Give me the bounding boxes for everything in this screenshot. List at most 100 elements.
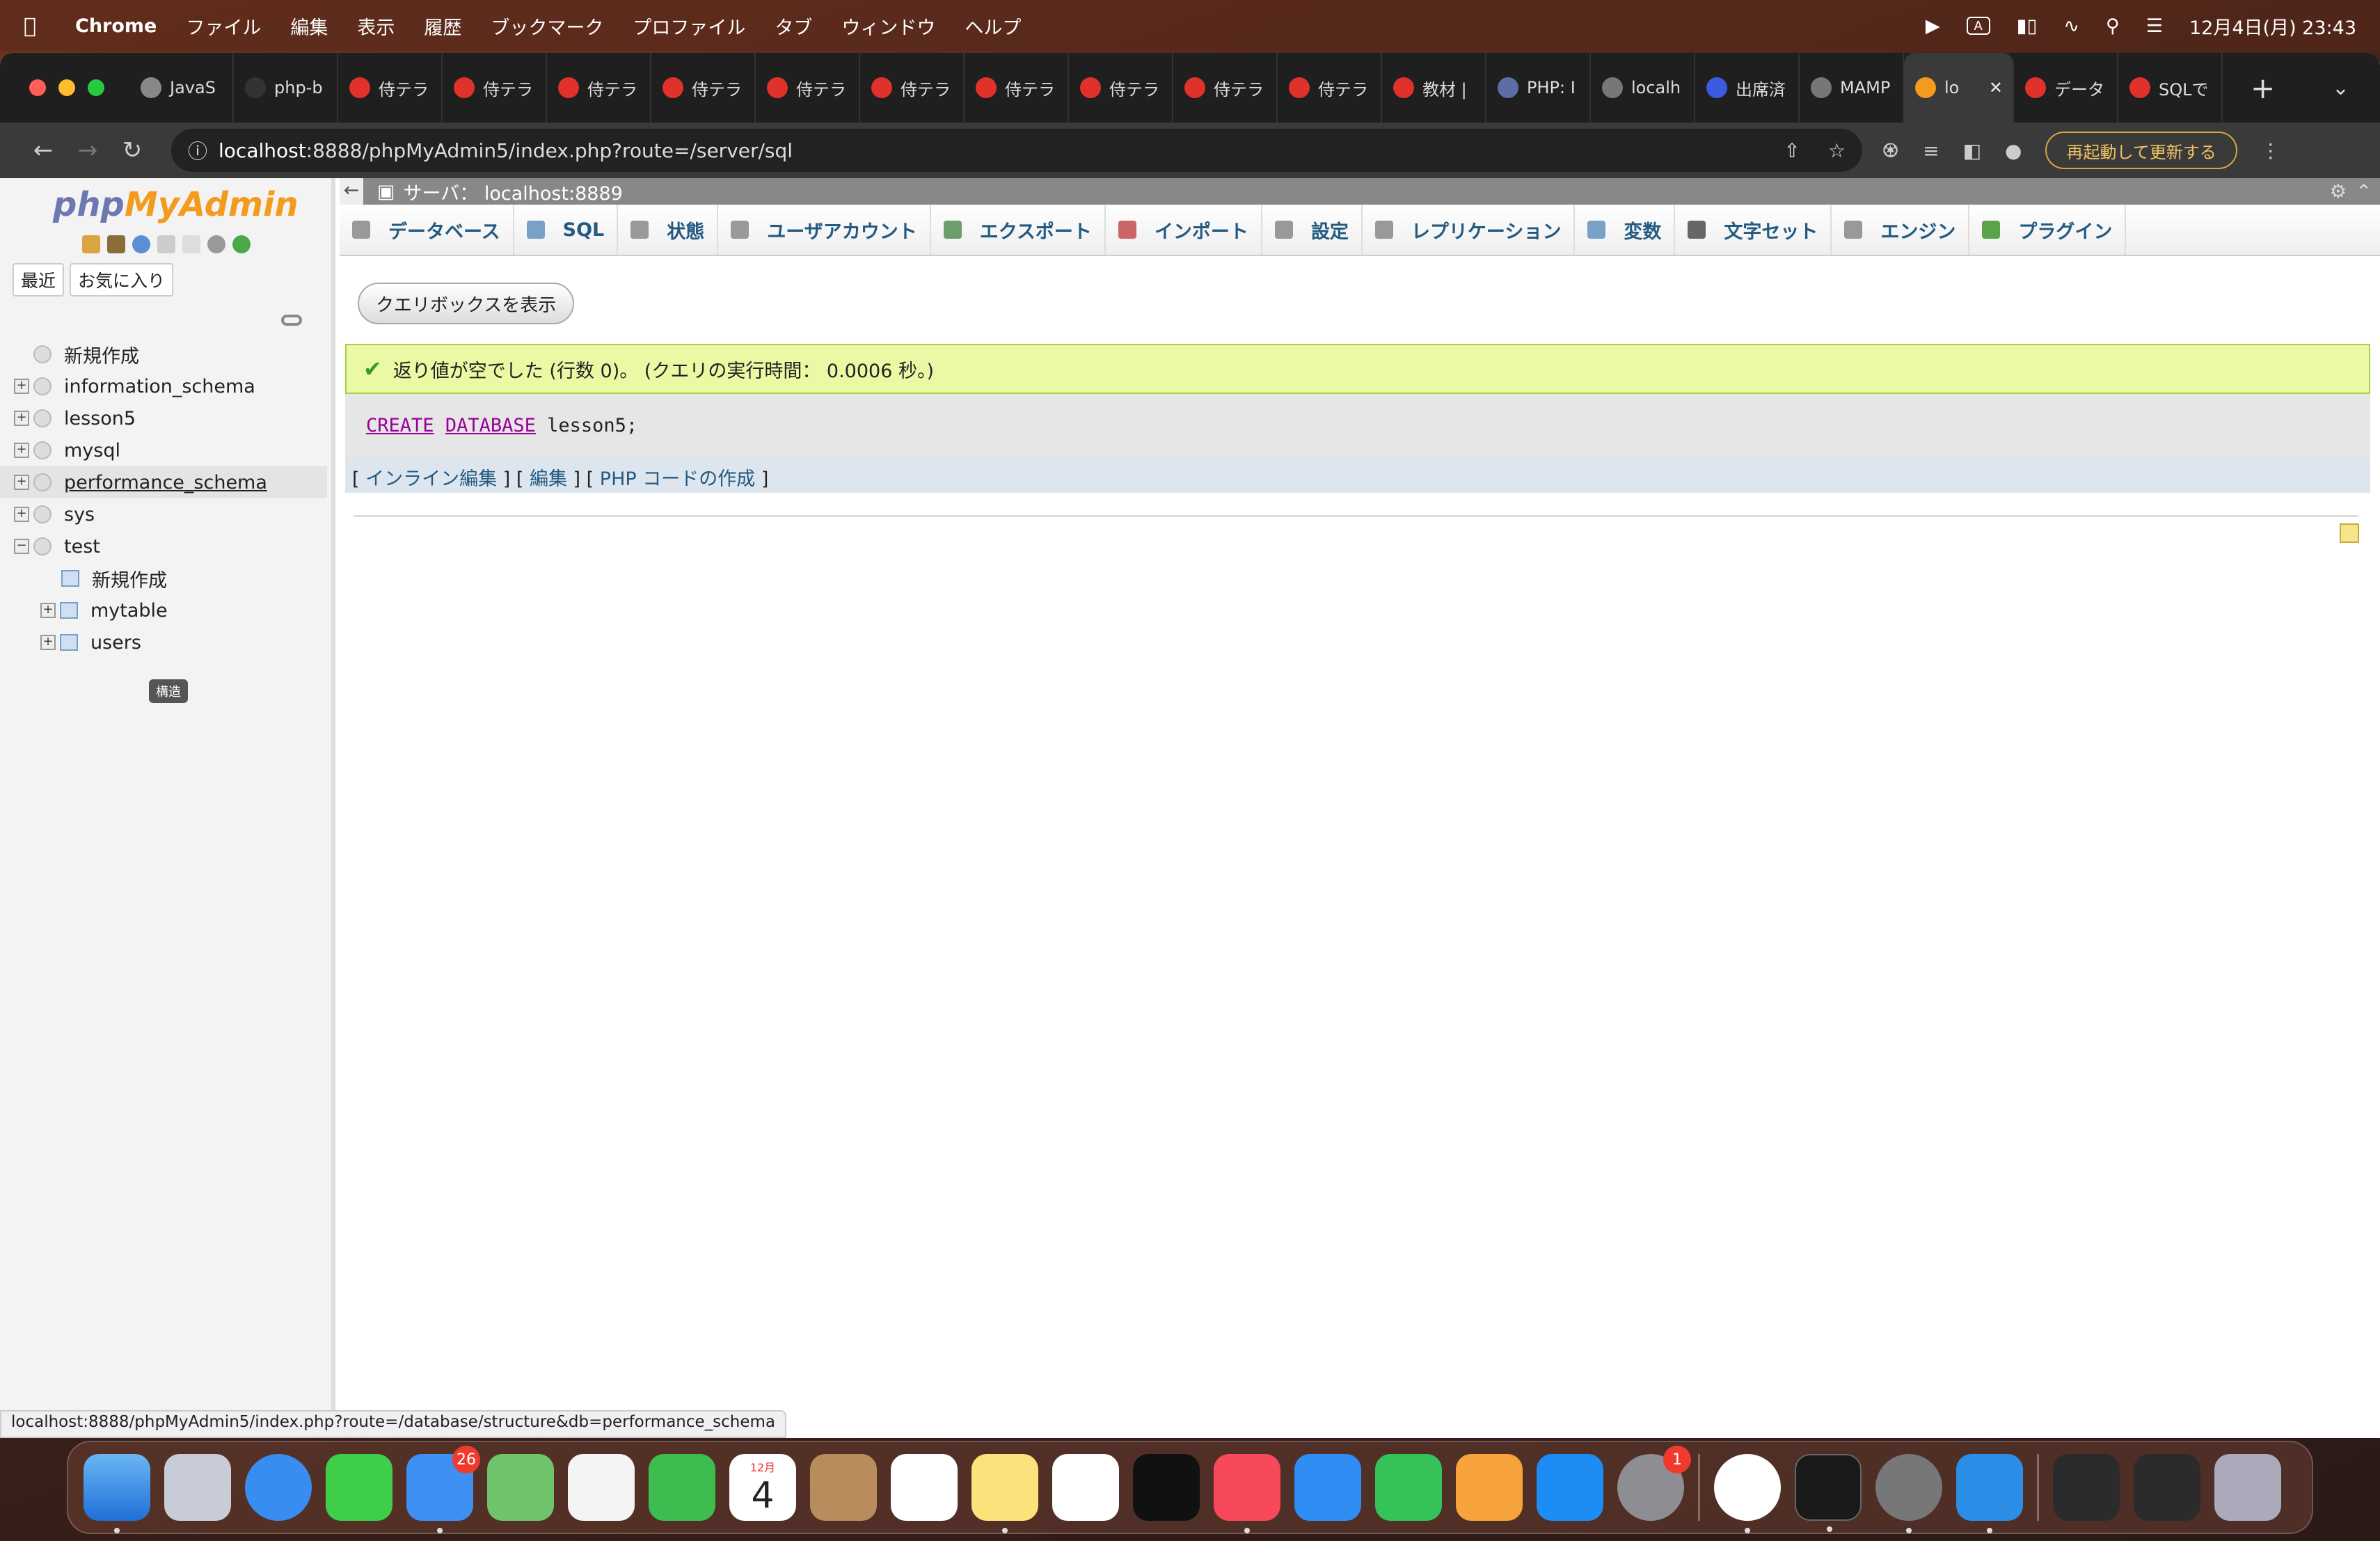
link-with-main-icon[interactable] (281, 315, 302, 326)
browser-tab[interactable]: 出席済 (1695, 53, 1800, 123)
safari-icon[interactable] (245, 1454, 312, 1521)
tree-db-test[interactable]: − test (0, 530, 327, 562)
browser-tab[interactable]: 侍テラ (860, 53, 965, 123)
menu-tab[interactable]: タブ (775, 13, 812, 40)
browser-tab[interactable]: localh (1591, 53, 1695, 123)
messages-icon[interactable] (326, 1454, 392, 1521)
close-tab-icon[interactable]: ✕ (1989, 78, 2003, 97)
server-label[interactable]: サーバ： localhost:8889 (404, 178, 623, 205)
forward-button[interactable]: → (65, 136, 110, 164)
logout-icon[interactable] (107, 235, 125, 253)
spotlight-icon[interactable]: ⚲ (2106, 15, 2120, 37)
home-icon[interactable] (82, 235, 100, 253)
freeform-icon[interactable] (1052, 1454, 1119, 1521)
system-settings-icon[interactable]: 1 (1617, 1446, 1691, 1521)
tab-export[interactable]: エクスポート (931, 205, 1106, 255)
expand-icon[interactable]: + (40, 635, 56, 650)
notes-icon[interactable] (971, 1454, 1038, 1533)
help-icon[interactable] (132, 235, 150, 253)
app-store-icon[interactable] (1537, 1454, 1603, 1521)
tab-settings[interactable]: 設定 (1262, 205, 1363, 255)
tree-new-database[interactable]: 新規作成 (0, 338, 327, 370)
reload-nav-icon[interactable] (232, 235, 251, 253)
menu-view[interactable]: 表示 (357, 13, 395, 40)
tab-variables[interactable]: 変数 (1575, 205, 1676, 255)
tab-sql[interactable]: SQL (514, 205, 619, 255)
show-query-box-button[interactable]: クエリボックスを表示 (358, 283, 575, 324)
chrome-icon[interactable] (1714, 1454, 1781, 1533)
inline-edit-link[interactable]: インライン編集 (365, 468, 497, 490)
share-icon[interactable]: ⇧ (1784, 139, 1800, 162)
menu-bookmarks[interactable]: ブックマーク (491, 13, 603, 40)
reminders-icon[interactable] (891, 1454, 958, 1521)
tab-search-chevron-icon[interactable]: ⌄ (2332, 76, 2349, 100)
tab-databases[interactable]: データベース (340, 205, 514, 255)
browser-tab[interactable]: 侍テラ (547, 53, 651, 123)
contacts-icon[interactable] (810, 1454, 877, 1521)
facetime-icon[interactable] (649, 1454, 715, 1521)
collapse-top-icon[interactable]: ⌃ (2356, 181, 2372, 203)
phpmyadmin-logo[interactable]: phpMyAdmin (53, 185, 299, 224)
close-window-button[interactable] (29, 79, 46, 96)
app-menu[interactable]: Chrome (75, 15, 157, 37)
menu-window[interactable]: ウィンドウ (841, 13, 935, 40)
edit-link[interactable]: 編集 (530, 468, 567, 490)
browser-tab[interactable]: 侍テラ (1173, 53, 1278, 123)
sql-keyword-create[interactable]: CREATE (366, 415, 434, 436)
browser-tab[interactable]: 侍テラ (338, 53, 443, 123)
update-button[interactable]: 再起動して更新する (2045, 132, 2237, 169)
tab-charsets[interactable]: 文字セット (1675, 205, 1832, 255)
launchpad-icon[interactable] (164, 1454, 231, 1521)
chrome-menu-icon[interactable]: ⋮ (2261, 139, 2280, 162)
numbers-icon[interactable] (1375, 1454, 1442, 1521)
maps-icon[interactable] (487, 1454, 554, 1521)
keynote-icon[interactable] (1294, 1454, 1361, 1521)
terminal-icon[interactable] (1795, 1454, 1862, 1532)
collapse-icon[interactable]: − (14, 539, 29, 554)
tab-import[interactable]: インポート (1106, 205, 1262, 255)
recent-tab[interactable]: 最近 (13, 263, 65, 297)
tree-db-mysql[interactable]: + mysql (0, 434, 327, 466)
docs-icon[interactable] (157, 235, 175, 253)
photos-icon[interactable] (568, 1454, 635, 1521)
bookmark-star-icon[interactable]: ☆ (1828, 139, 1846, 162)
apple-tv-icon[interactable] (1133, 1454, 1200, 1521)
profile-icon[interactable]: ● (2005, 139, 2022, 162)
browser-tab[interactable]: SQLで (2118, 53, 2223, 123)
create-php-code-link[interactable]: PHP コードの作成 (600, 468, 755, 490)
zoom-window-button[interactable] (88, 79, 104, 96)
pages-icon[interactable] (1456, 1454, 1523, 1521)
recent-window-thumbnail[interactable] (2134, 1454, 2200, 1521)
menu-help[interactable]: ヘルプ (965, 13, 1021, 40)
browser-tab[interactable]: データ (2014, 53, 2118, 123)
trash-icon[interactable] (2214, 1454, 2281, 1521)
browser-tab[interactable]: PHP: I (1486, 53, 1591, 123)
settings-gear-icon[interactable] (207, 235, 225, 253)
recent-window-thumbnail[interactable] (2053, 1454, 2120, 1521)
input-source-icon[interactable]: A (1966, 17, 1990, 35)
vscode-icon[interactable] (1956, 1454, 2023, 1533)
control-center-icon[interactable]: ☰ (2146, 15, 2163, 37)
browser-tab[interactable]: 侍テラ (651, 53, 756, 123)
expand-icon[interactable]: + (40, 603, 56, 618)
browser-tab[interactable]: 侍テラ (756, 53, 860, 123)
tree-test-new-table[interactable]: 新規作成 (0, 562, 327, 594)
menu-file[interactable]: ファイル (186, 13, 261, 40)
tree-table-mytable[interactable]: + mytable (0, 594, 327, 626)
browser-tab[interactable]: 侍テラ (443, 53, 547, 123)
minimize-window-button[interactable] (58, 79, 75, 96)
sql-keyword-database[interactable]: DATABASE (445, 415, 536, 436)
battery-icon[interactable]: ▮▯ (2017, 15, 2038, 37)
expand-icon[interactable]: + (14, 411, 29, 426)
music-icon[interactable] (1214, 1454, 1280, 1533)
browser-tab[interactable]: MAMP (1800, 53, 1904, 123)
browser-tab[interactable]: 侍テラ (1069, 53, 1173, 123)
expand-icon[interactable]: + (14, 475, 29, 490)
back-button[interactable]: ← (21, 136, 65, 164)
wifi-icon[interactable]: ∿ (2063, 15, 2079, 37)
tab-replication[interactable]: レプリケーション (1363, 205, 1576, 255)
browser-tab[interactable]: php-b (234, 53, 338, 123)
reading-list-icon[interactable]: ≡ (1923, 139, 1939, 162)
browser-tab[interactable]: 侍テラ (965, 53, 1069, 123)
expand-icon[interactable]: + (14, 507, 29, 522)
